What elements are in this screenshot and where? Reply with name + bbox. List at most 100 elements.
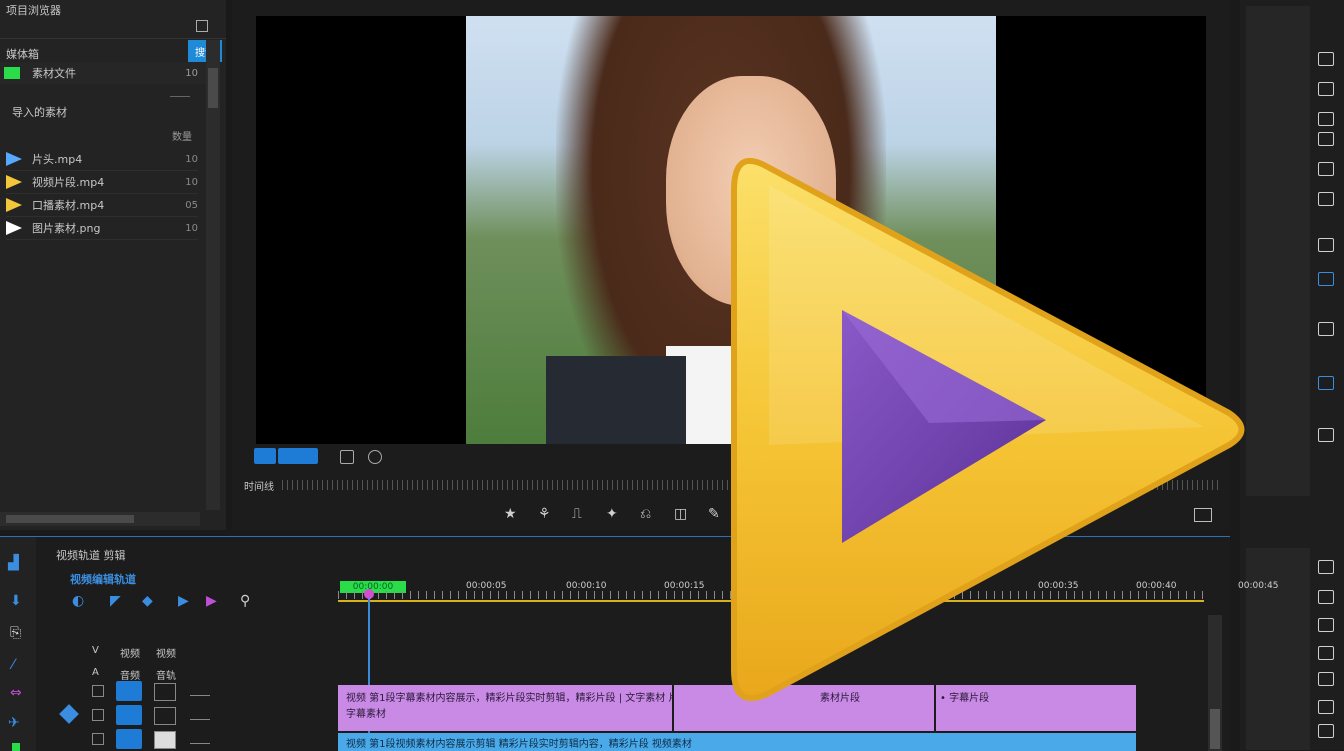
panel-tool-icon[interactable] (1318, 672, 1334, 686)
camera-icon[interactable]: ◫ (674, 506, 687, 522)
folder-row[interactable]: 素材文件 10 (0, 62, 206, 84)
panel-tool-icon[interactable] (1318, 646, 1334, 660)
item-name: 图片素材.png (32, 222, 101, 235)
ripple-tool-icon[interactable]: ⎘ (10, 625, 21, 641)
panel-tool-icon[interactable] (1318, 428, 1334, 442)
panel-tool-icon[interactable] (1318, 238, 1334, 252)
panel-tool-icon[interactable] (1318, 192, 1334, 206)
stop-icon[interactable]: ◆ (142, 593, 153, 609)
mark-in-icon[interactable]: ★ (504, 506, 517, 522)
go-to-in-button[interactable] (296, 448, 318, 464)
mark-in-button[interactable] (254, 448, 276, 464)
settings-icon[interactable] (368, 450, 382, 464)
item-name: 片头.mp4 (32, 153, 83, 166)
item-value: 10 (185, 176, 198, 188)
track-mute-icon[interactable] (190, 685, 210, 696)
shuttle-icon[interactable]: ⎌ (640, 506, 651, 522)
track-label-a: A (92, 667, 99, 678)
panel-tool-icon[interactable] (1318, 724, 1334, 738)
track-toggle-icon[interactable] (92, 685, 104, 697)
prev-edit-icon[interactable]: ◐ (72, 593, 84, 609)
track-sync-button[interactable] (154, 707, 176, 725)
panel-tool-icon[interactable] (1318, 618, 1334, 632)
tools-column: ▟ ⬇ ⎘ ⁄ ⇔ ✈ (0, 537, 36, 751)
item-value: 10 (185, 153, 198, 165)
panel-tool-icon[interactable] (1318, 162, 1334, 176)
timecode-label: 时间线 (244, 482, 274, 493)
panel-tool-icon[interactable] (1318, 112, 1334, 126)
panel-tool-icon[interactable] (1318, 82, 1334, 96)
playhead-marker[interactable] (364, 589, 374, 599)
ruler-label: 00:00:10 (566, 581, 607, 591)
right-side-panel (1246, 6, 1310, 496)
track-label-c: 音轨 (156, 671, 176, 682)
right-side-panel-lower (1246, 548, 1310, 750)
panel-tool-icon[interactable] (1318, 272, 1334, 286)
list-item[interactable]: 视频片段.mp4 10 (6, 171, 198, 194)
horizontal-scrollbar[interactable] (0, 512, 200, 526)
track-lock-button[interactable] (116, 681, 142, 701)
vertical-scrollbar[interactable] (206, 40, 220, 510)
folder-value: 10 (185, 67, 198, 79)
track-label-b: 视频 (120, 649, 140, 660)
shirt-icon (6, 152, 22, 166)
panel-tool-icon[interactable] (1318, 322, 1334, 336)
timeline-title: 视频轨道 剪辑 (56, 549, 126, 562)
track-lock-button[interactable] (116, 705, 142, 725)
white-file-icon (6, 221, 22, 235)
track-sync-button[interactable] (154, 731, 176, 749)
track-toggle-icon[interactable] (92, 709, 104, 721)
bin-label: 媒体箱 (6, 48, 39, 61)
panel-tool-icon[interactable] (1318, 52, 1334, 66)
select-tool-icon[interactable]: ▟ (8, 555, 19, 571)
clip-purple-text: 视频 第1段字幕素材内容展示，精彩片段实时剪辑，精彩片段 | 文字素材 片段内容 (346, 693, 672, 704)
folder-label: 素材文件 (32, 67, 76, 80)
export-frame-icon[interactable] (340, 450, 354, 464)
item-name: 口播素材.mp4 (32, 199, 105, 212)
clip-blue[interactable]: 视频 第1段视频素材内容展示剪辑 精彩片段实时剪辑内容，精彩片段 视频素材 (338, 733, 1136, 751)
star-filled-icon[interactable]: ✎ (708, 506, 720, 522)
track-lock-button[interactable] (116, 729, 142, 749)
panel-tool-icon[interactable] (1318, 132, 1334, 146)
right-panel (1240, 0, 1344, 750)
play-icon[interactable]: ⚘ (538, 506, 551, 522)
panel-tool-icon[interactable] (1318, 560, 1334, 574)
panel-tool-icon[interactable] (1318, 700, 1334, 714)
track-label-a: V (92, 645, 99, 656)
list-item[interactable]: 口播素材.mp4 05 (6, 194, 198, 217)
mark-out-icon[interactable]: ⎍ (572, 506, 582, 522)
step-back-icon[interactable]: ◤ (110, 593, 121, 609)
star-icon[interactable]: ✦ (606, 506, 618, 522)
ruler-label: 00:00:15 (664, 581, 705, 591)
clip-purple[interactable]: 视频 第1段字幕素材内容展示，精彩片段实时剪辑，精彩片段 | 文字素材 片段内容… (338, 685, 672, 731)
track-toggle-icon[interactable] (92, 733, 104, 745)
item-name: 视频片段.mp4 (32, 176, 105, 189)
clip-purple-sub: 字幕素材 (346, 709, 386, 720)
section-title: 导入的素材 (12, 106, 67, 119)
scroll-handle[interactable] (170, 86, 190, 97)
panel-header: 项目浏览器 (6, 4, 61, 17)
list-item[interactable]: 片头.mp4 10 (6, 148, 198, 171)
razor-tool-icon[interactable]: ⁄ (12, 657, 14, 673)
track-sync-button[interactable] (154, 683, 176, 701)
track-select-icon[interactable]: ⬇ (10, 593, 22, 609)
list-item[interactable]: 图片素材.png 10 (6, 217, 198, 240)
scroll-thumb[interactable] (208, 68, 218, 108)
panel-tool-icon[interactable] (1318, 376, 1334, 390)
track-edit-icon[interactable] (59, 704, 79, 724)
panel-tool-icon[interactable] (1318, 590, 1334, 604)
play-small-icon[interactable]: ▶ (178, 593, 189, 609)
count-label: 数量 (172, 132, 192, 143)
pen-tool-icon[interactable]: ✈ (8, 715, 20, 731)
slip-tool-icon[interactable]: ⇔ (10, 685, 22, 701)
yellow-file-icon (6, 175, 22, 189)
track-mute-icon[interactable] (190, 733, 210, 744)
folder-icon (4, 67, 20, 79)
snap-icon[interactable]: ⚲ (240, 593, 250, 609)
track-mute-icon[interactable] (190, 709, 210, 720)
project-panel: 项目浏览器 媒体箱 搜索 素材文件 10 导入的素材 数量 片头.mp4 10 … (0, 0, 226, 530)
play-purple-icon[interactable]: ▶ (206, 593, 217, 609)
panel-menu-icon[interactable] (196, 20, 208, 32)
yellow-file-icon (6, 198, 22, 212)
track-label-b: 音频 (120, 671, 140, 682)
